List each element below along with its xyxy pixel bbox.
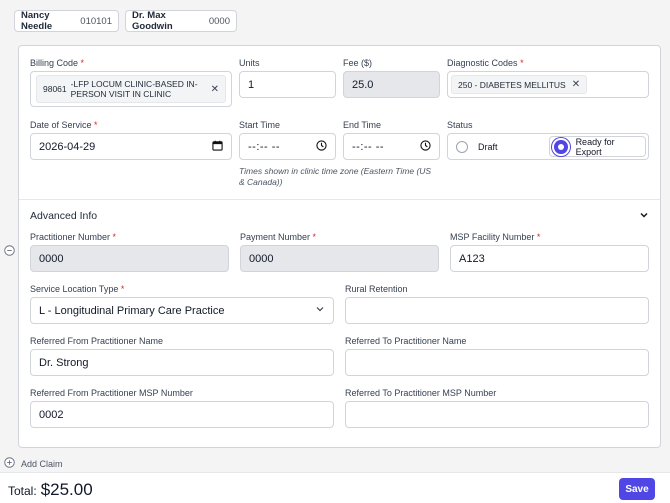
billing-code-number: 98061	[43, 84, 67, 94]
end-clock-icon[interactable]	[420, 139, 431, 154]
advanced-info-title: Advanced Info	[30, 210, 98, 222]
rural-retention-label: Rural Retention	[345, 284, 408, 294]
remove-diagnostic-code-icon[interactable]: ✕	[572, 79, 580, 90]
service-location-type-label: Service Location Type *	[30, 284, 125, 294]
end-time-label: End Time	[343, 120, 382, 130]
total-display: Total: $25.00	[8, 480, 93, 500]
draft-radio[interactable]	[456, 140, 468, 153]
provider-name: Dr. Max Goodwin	[132, 10, 173, 32]
section-divider	[19, 199, 660, 200]
payment-number-label: Payment Number *	[240, 232, 317, 242]
add-claim-plus-icon	[4, 457, 15, 471]
referred-from-name-label: Referred From Practitioner Name	[30, 336, 164, 346]
service-location-type-value: L - Longitudinal Primary Care Practice	[39, 304, 225, 317]
select-chevron-icon	[315, 304, 325, 317]
time-zone-hint: Times shown in clinic time zone (Eastern…	[239, 166, 432, 187]
referred-from-name-input[interactable]: Dr. Strong	[30, 349, 334, 376]
provider-id: 0000	[208, 15, 230, 27]
practitioner-number-label: Practitioner Number *	[30, 232, 117, 242]
diagnostic-codes-label: Diagnostic Codes *	[447, 58, 524, 68]
add-claim-label: Add Claim	[21, 459, 63, 469]
patient-id: 010101	[80, 15, 112, 27]
draft-label: Draft	[478, 141, 498, 152]
date-of-service-value: 2026-04-29	[39, 140, 96, 153]
calendar-icon[interactable]	[212, 140, 223, 154]
total-value: $25.00	[40, 480, 93, 499]
billing-code-field[interactable]: 98061 -LFP LOCUM CLINIC-BASED IN-PERSON …	[30, 71, 232, 107]
date-of-service-input[interactable]: 2026-04-29	[30, 133, 232, 160]
payment-number-input: 0000	[240, 245, 439, 272]
date-of-service-label: Date of Service *	[30, 120, 98, 130]
referred-to-name-input[interactable]	[345, 349, 649, 376]
ready-label: Ready for Export	[575, 136, 615, 157]
end-time-input[interactable]: --:-- --	[343, 133, 440, 160]
advanced-info-chevron-icon[interactable]	[639, 210, 649, 223]
start-time-input[interactable]: --:-- --	[239, 133, 336, 160]
practitioner-number-input: 0000	[30, 245, 229, 272]
rural-retention-input[interactable]	[345, 297, 649, 324]
units-input[interactable]: 1	[239, 71, 336, 98]
units-label: Units	[239, 58, 260, 68]
footer-bar	[0, 472, 670, 503]
referred-from-msp-label: Referred From Practitioner MSP Number	[30, 388, 193, 398]
status-label: Status	[447, 120, 473, 130]
remove-claim-icon[interactable]	[4, 245, 15, 259]
add-claim-button[interactable]: Add Claim	[4, 457, 63, 471]
billing-code-label: Billing Code *	[30, 58, 85, 68]
msp-facility-number-input[interactable]: A123	[450, 245, 649, 272]
fee-input: 25.0	[343, 71, 440, 98]
referred-to-msp-label: Referred To Practitioner MSP Number	[345, 388, 497, 398]
patient-name: Nancy Needle	[21, 10, 53, 32]
fee-label: Fee ($)	[343, 58, 373, 68]
status-option-draft[interactable]: Draft	[456, 140, 498, 153]
referred-to-name-label: Referred To Practitioner Name	[345, 336, 467, 346]
end-time-value: --:-- --	[352, 140, 385, 153]
billing-code-tag: 98061 -LFP LOCUM CLINIC-BASED IN-PERSON …	[36, 75, 226, 103]
start-time-value: --:-- --	[248, 140, 281, 153]
msp-facility-number-label: MSP Facility Number *	[450, 232, 541, 242]
referred-to-msp-input[interactable]	[345, 401, 649, 428]
referred-from-msp-input[interactable]: 0002	[30, 401, 334, 428]
diagnostic-code-tag: 250 - DIABETES MELLITUS ✕	[451, 75, 588, 94]
diagnostic-code-text: 250 - DIABETES MELLITUS	[458, 79, 566, 90]
remove-billing-code-icon[interactable]: ✕	[211, 84, 219, 95]
total-label: Total:	[8, 484, 37, 498]
service-location-type-select[interactable]: L - Longitudinal Primary Care Practice	[30, 297, 334, 324]
provider-chip[interactable]: Dr. Max Goodwin 0000	[125, 10, 237, 32]
start-time-label: Start Time	[239, 120, 281, 130]
ready-radio[interactable]	[554, 139, 568, 154]
status-option-ready[interactable]: Ready for Export	[549, 136, 646, 157]
start-clock-icon[interactable]	[316, 139, 327, 154]
patient-chip[interactable]: Nancy Needle 010101	[14, 10, 119, 32]
billing-code-description: -LFP LOCUM CLINIC-BASED IN-PERSON VISIT …	[70, 79, 198, 99]
save-button[interactable]: Save	[619, 478, 655, 500]
diagnostic-codes-field[interactable]: 250 - DIABETES MELLITUS ✕	[447, 71, 649, 98]
